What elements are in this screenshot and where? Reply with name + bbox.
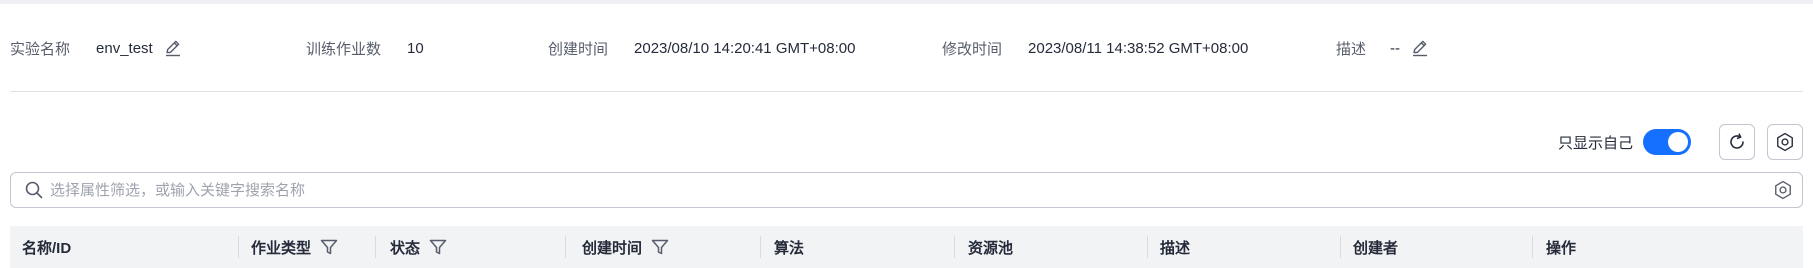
search-settings-icon[interactable] [1772, 179, 1794, 201]
column-label: 名称/ID [22, 239, 72, 257]
column-separator [1532, 236, 1533, 258]
column-label: 算法 [774, 239, 805, 257]
column-separator [375, 236, 376, 258]
column-label: 状态 [390, 239, 421, 257]
description-field: 描述 -- [1336, 30, 1430, 66]
column-label: 描述 [1160, 239, 1191, 257]
settings-button[interactable] [1767, 124, 1803, 160]
filter-icon[interactable] [650, 237, 670, 257]
job-count-value: 10 [407, 39, 424, 57]
modified-time-field: 修改时间 2023/08/11 14:38:52 GMT+08:00 [942, 30, 1248, 66]
description-label: 描述 [1336, 40, 1367, 58]
created-time-label: 创建时间 [548, 40, 609, 58]
divider [10, 91, 1803, 92]
search-input[interactable] [44, 181, 1772, 199]
created-time-value: 2023/08/10 14:20:41 GMT+08:00 [634, 39, 856, 57]
column-separator [760, 236, 761, 258]
column-header-actions: 操作 [1546, 226, 1576, 268]
created-time-field: 创建时间 2023/08/10 14:20:41 GMT+08:00 [548, 30, 855, 66]
column-separator [954, 236, 955, 258]
table-header: 名称/ID 作业类型 状态 创建时间 算法 资源池 描述 创建者 操作 [10, 226, 1803, 268]
column-separator [1147, 236, 1148, 258]
column-header-creator[interactable]: 创建者 [1353, 226, 1398, 268]
toggle-knob [1668, 132, 1688, 152]
column-header-job-type[interactable]: 作业类型 [251, 226, 339, 268]
experiment-name-field: 实验名称 env_test [10, 30, 183, 66]
experiment-name-label: 实验名称 [10, 40, 71, 58]
job-count-label: 训练作业数 [306, 40, 382, 58]
filter-icon[interactable] [428, 237, 448, 257]
list-toolbar: 只显示自己 [1558, 122, 1803, 162]
column-header-resource-pool[interactable]: 资源池 [968, 226, 1013, 268]
column-header-status[interactable]: 状态 [390, 226, 448, 268]
column-separator [565, 236, 566, 258]
search-icon [24, 180, 44, 200]
show-self-label: 只显示自己 [1557, 134, 1633, 152]
column-label: 作业类型 [251, 239, 312, 257]
experiment-info: 实验名称 env_test 训练作业数 10 创建时间 2023/08/10 1… [0, 30, 1813, 66]
edit-name-icon[interactable] [163, 38, 183, 58]
column-label: 操作 [1546, 239, 1577, 257]
show-self-toggle[interactable] [1643, 129, 1691, 155]
refresh-button[interactable] [1719, 124, 1755, 160]
search-bar[interactable] [10, 172, 1803, 208]
job-count-field: 训练作业数 10 [306, 30, 424, 66]
column-label: 资源池 [968, 239, 1014, 257]
column-label: 创建时间 [582, 239, 643, 257]
gear-icon [1774, 131, 1796, 153]
column-header-algorithm[interactable]: 算法 [774, 226, 804, 268]
refresh-icon [1727, 132, 1747, 152]
column-header-description[interactable]: 描述 [1160, 226, 1190, 268]
column-header-name[interactable]: 名称/ID [22, 226, 71, 268]
modified-time-label: 修改时间 [942, 40, 1003, 58]
description-value: -- [1390, 39, 1401, 57]
filter-icon[interactable] [319, 237, 339, 257]
edit-description-icon[interactable] [1410, 38, 1430, 58]
column-header-created-time[interactable]: 创建时间 [582, 226, 670, 268]
column-separator [1340, 236, 1341, 258]
column-label: 创建者 [1353, 239, 1399, 257]
experiment-name-value: env_test [96, 39, 153, 57]
modified-time-value: 2023/08/11 14:38:52 GMT+08:00 [1028, 39, 1249, 57]
top-band [0, 0, 1813, 4]
column-separator [238, 236, 239, 258]
